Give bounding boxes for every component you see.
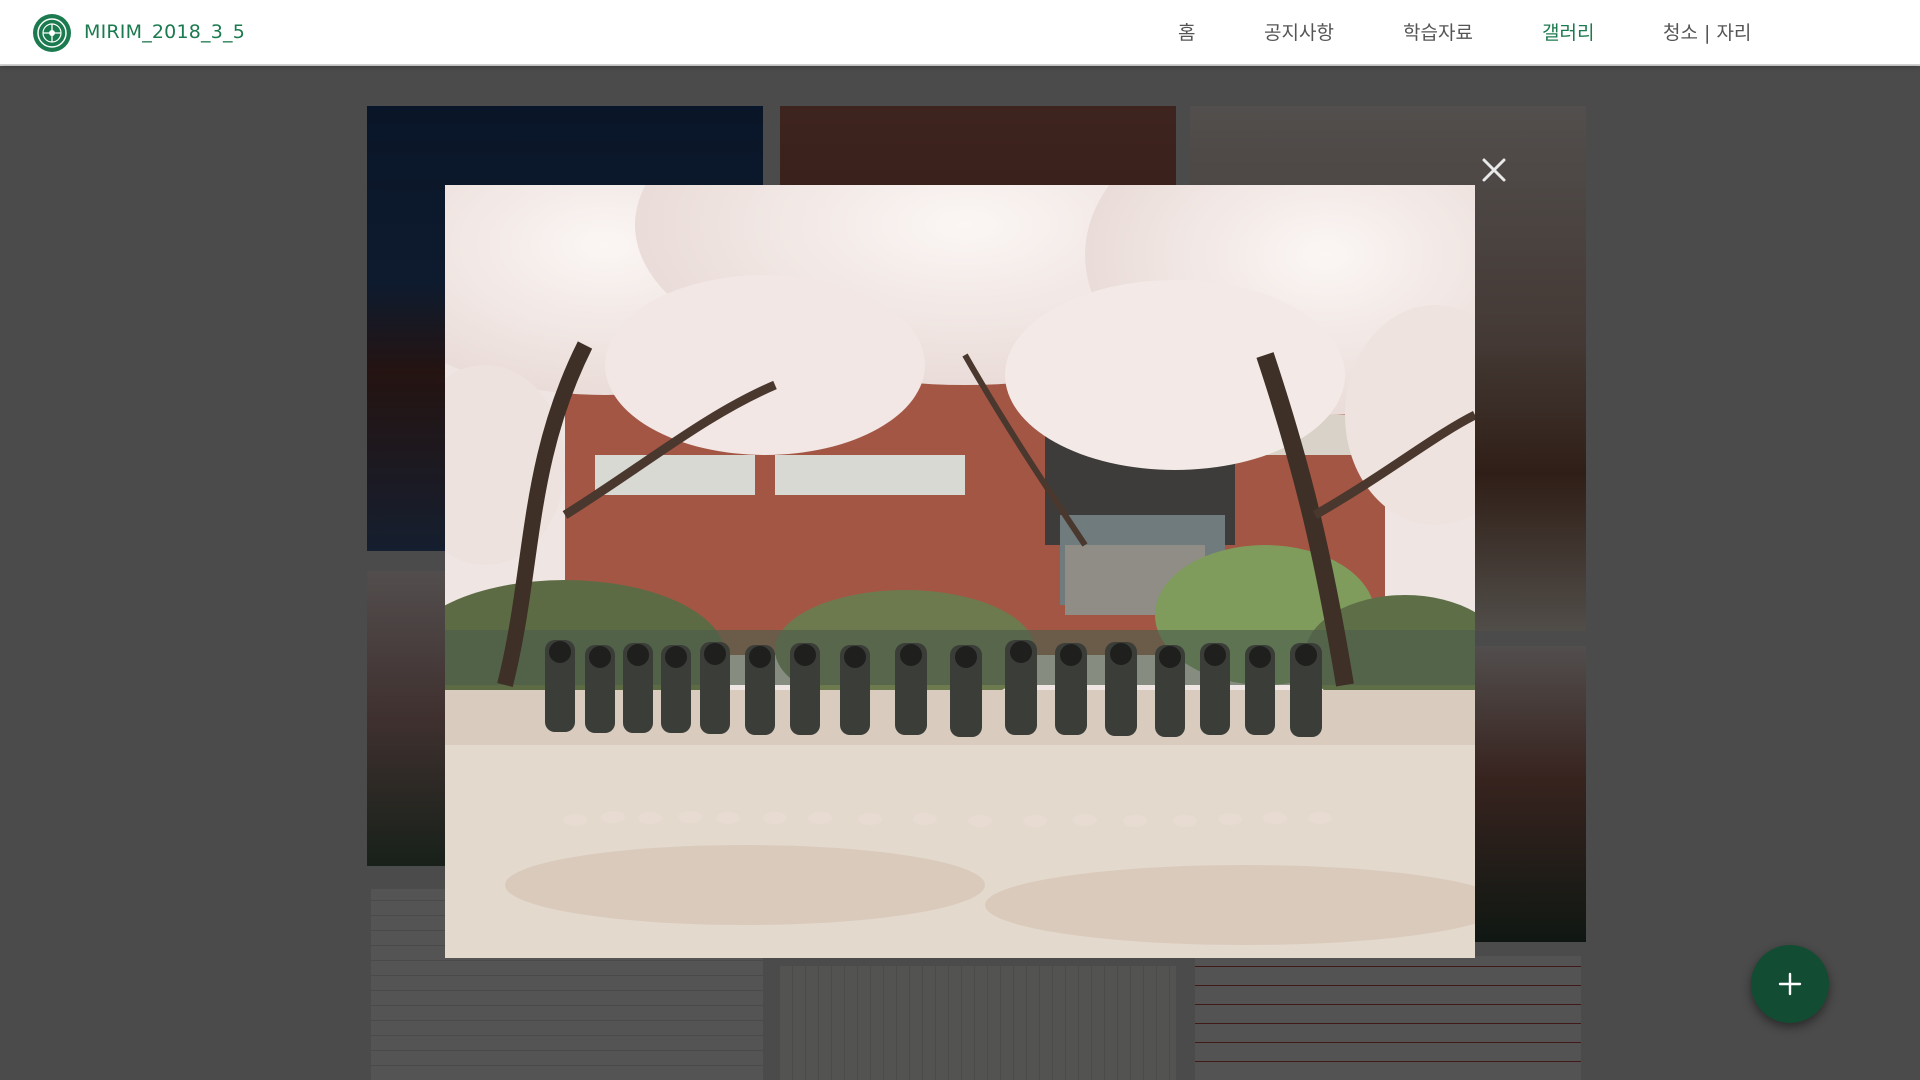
- top-navigation-bar: MIRIM_2018_3_5 홈 공지사항 학습자료 갤러리 청소 | 자리: [0, 0, 1920, 65]
- main-nav: 홈 공지사항 학습자료 갤러리 청소 | 자리: [0, 18, 1920, 48]
- close-icon[interactable]: [1476, 152, 1512, 188]
- plus-icon: [1778, 972, 1802, 996]
- nav-item-cleaning-seats[interactable]: 청소 | 자리: [1663, 18, 1751, 45]
- nav-item-gallery[interactable]: 갤러리: [1542, 18, 1594, 45]
- add-photo-button[interactable]: [1751, 945, 1829, 1023]
- nav-item-notices[interactable]: 공지사항: [1264, 18, 1334, 45]
- nav-item-home[interactable]: 홈: [1178, 18, 1195, 45]
- lightbox-image: [445, 185, 1475, 958]
- nav-item-study-materials[interactable]: 학습자료: [1403, 18, 1473, 45]
